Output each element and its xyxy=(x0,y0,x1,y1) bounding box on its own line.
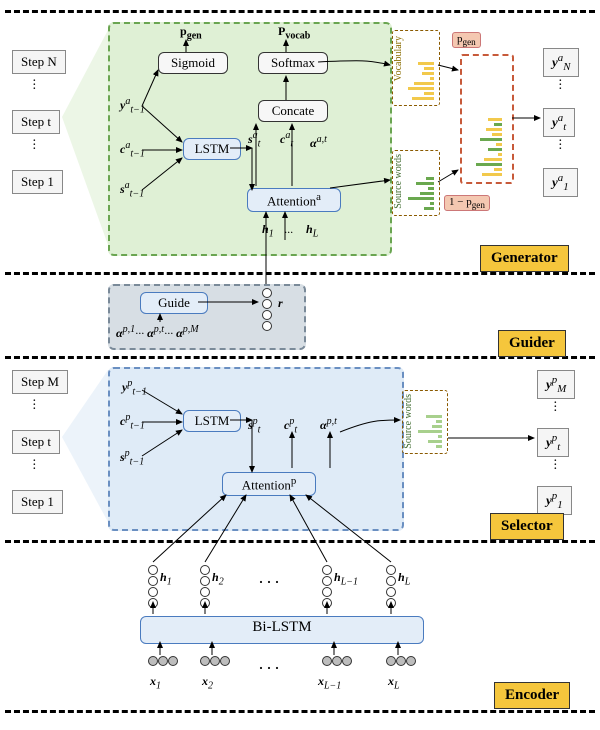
vocab-label: Vocabulary xyxy=(393,36,404,81)
gen-out-yN: yaN xyxy=(543,48,579,77)
enc-h1-circ xyxy=(148,565,158,608)
gen-alpha: αa,t xyxy=(310,134,327,151)
gen-ct: cat xyxy=(280,130,293,149)
sel-st: spt xyxy=(248,416,260,435)
generator-label: Generator xyxy=(480,245,569,272)
gen-cprev: cat−1 xyxy=(120,140,145,159)
sel-step-M: Step M xyxy=(12,370,68,394)
separator-encoder-bottom xyxy=(5,710,595,713)
separator-gen-bottom xyxy=(5,272,595,275)
sel-out-dots2: ··· xyxy=(553,460,558,472)
enc-x1: x1 xyxy=(150,674,161,691)
gen-step-dots-bot: ··· xyxy=(32,140,37,152)
gen-step-dots-top: ··· xyxy=(32,80,37,92)
pgen-weight-box: pgen xyxy=(452,32,481,48)
gen-yprev: yat−1 xyxy=(120,96,145,115)
sel-step-1: Step 1 xyxy=(12,490,63,514)
sel-out-yt: ypt xyxy=(537,428,569,457)
sel-out-dots1: ··· xyxy=(553,402,558,414)
r-circles xyxy=(262,288,272,331)
encoder-label: Encoder xyxy=(494,682,570,709)
sel-ct: cpt xyxy=(284,416,297,435)
sel-source-label: Source words xyxy=(403,394,414,449)
enc-xLm1-circ xyxy=(322,656,352,666)
sel-step-t: Step t xyxy=(12,430,60,454)
gen-step-N: Step N xyxy=(12,50,66,74)
sel-source-bars xyxy=(418,396,442,448)
selector-attention-block: Attentionp xyxy=(222,472,316,496)
sel-alpha: αp,t xyxy=(320,416,337,433)
enc-xL: xL xyxy=(388,674,400,691)
enc-hLm1-circ xyxy=(322,565,332,608)
sel-sprev: spt−1 xyxy=(120,448,144,467)
gen-out-dots1: ··· xyxy=(558,80,563,92)
separator-selector-bottom xyxy=(5,540,595,543)
sel-out-y1: yp1 xyxy=(537,486,572,515)
enc-x2-circ xyxy=(200,656,230,666)
selector-panel xyxy=(108,367,404,531)
architecture-diagram: Step N ··· Step t ··· Step 1 pgen Pvocab… xyxy=(0,0,600,730)
guider-seq: αp,1··· αp,t··· αp,M xyxy=(116,324,199,341)
gen-out-yt: yat xyxy=(543,108,575,137)
gen-hmid-dots: ··· xyxy=(284,225,293,240)
enc-hL-circ xyxy=(386,565,396,608)
enc-xLm1: xL−1 xyxy=(318,674,341,691)
generator-lstm-block: LSTM xyxy=(183,138,241,160)
enc-x2: x2 xyxy=(202,674,213,691)
sel-yprev: ypt−1 xyxy=(122,378,147,397)
enc-x-dots: ··· xyxy=(258,658,282,679)
sel-step-dots-top: ··· xyxy=(32,400,37,412)
gen-sprev: sat−1 xyxy=(120,180,144,199)
selector-label: Selector xyxy=(490,513,564,540)
gen-source-label: Source words xyxy=(393,154,404,209)
guider-label: Guider xyxy=(498,330,566,357)
concate-block: Concate xyxy=(258,100,328,122)
gen-source-bars xyxy=(408,156,434,210)
enc-h1: h1 xyxy=(160,570,172,587)
mixed-bars xyxy=(476,60,502,176)
guide-block: Guide xyxy=(140,292,208,314)
enc-xL-circ xyxy=(386,656,416,666)
generator-attention-block: Attentiona xyxy=(247,188,341,212)
vocab-bars xyxy=(408,32,434,100)
enc-hLm1: hL−1 xyxy=(334,570,358,587)
gen-out-y1: ya1 xyxy=(543,168,578,197)
r-label: r xyxy=(278,296,283,311)
sel-out-yM: ypM xyxy=(537,370,575,399)
pvocab-label: Pvocab xyxy=(278,24,310,41)
gen-h1: h1 xyxy=(262,222,274,239)
one-minus-pgen-box: 1 − pgen xyxy=(444,195,490,211)
gen-st: sat xyxy=(248,130,260,149)
gen-hL: hL xyxy=(306,222,318,239)
enc-hL: hL xyxy=(398,570,410,587)
enc-x1-circ xyxy=(148,656,178,666)
bilstm-block: Bi-LSTM xyxy=(140,616,424,644)
enc-h-dots: ··· xyxy=(258,572,282,593)
gen-step-t: Step t xyxy=(12,110,60,134)
enc-h2-circ xyxy=(200,565,210,608)
sel-step-dots-bot: ··· xyxy=(32,460,37,472)
selector-lstm-block: LSTM xyxy=(183,410,241,432)
gen-step-1: Step 1 xyxy=(12,170,63,194)
pgen-label: pgen xyxy=(180,24,202,41)
sigmoid-block: Sigmoid xyxy=(158,52,228,74)
gen-out-dots2: ··· xyxy=(558,140,563,152)
sel-cprev: cpt−1 xyxy=(120,412,145,431)
enc-h2: h2 xyxy=(212,570,224,587)
softmax-block: Softmax xyxy=(258,52,328,74)
separator-top xyxy=(5,10,595,13)
